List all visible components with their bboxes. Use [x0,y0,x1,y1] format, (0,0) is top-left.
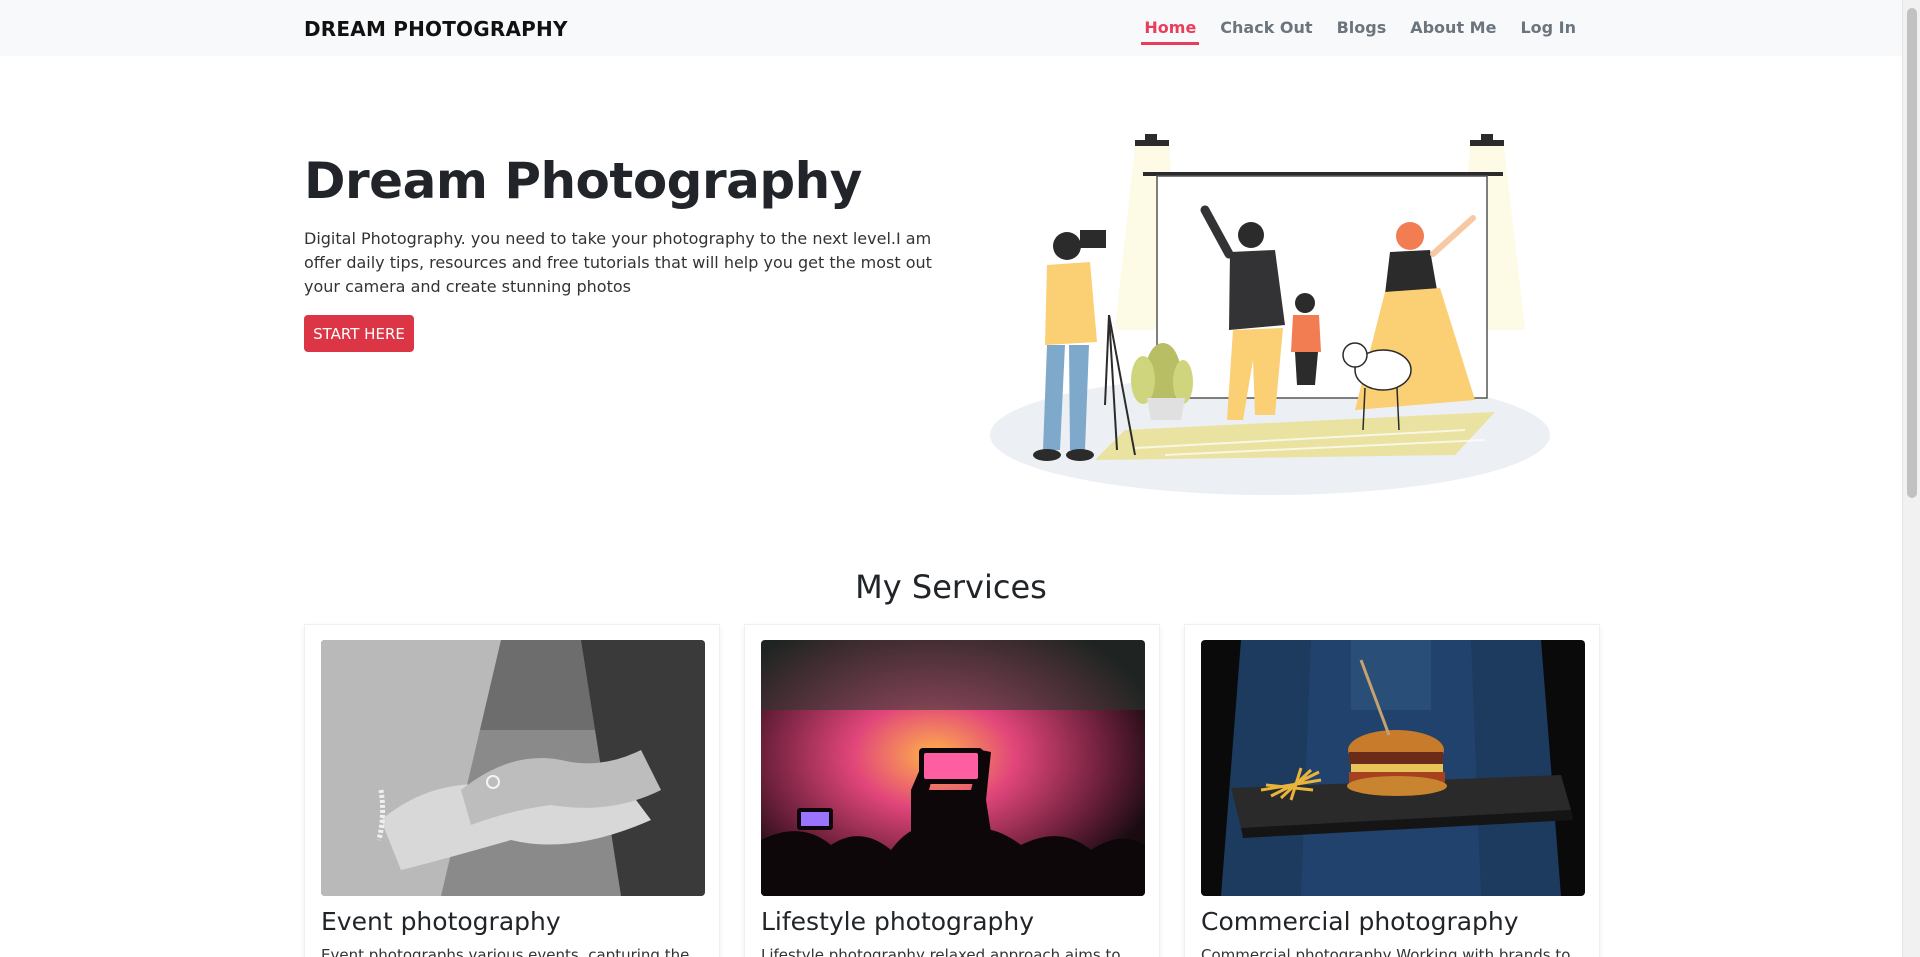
nav-link-checkout[interactable]: Chack Out [1208,17,1324,45]
hero-title: Dream Photography [304,152,862,210]
services-cards: Event photography Event photographs vari… [304,624,1600,957]
nav-link-about-me[interactable]: About Me [1398,17,1508,45]
brand-logo[interactable]: DREAM PHOTOGRAPHY [304,17,568,41]
nav-menu: Home Chack Out Blogs About Me Log In [1141,17,1588,45]
card-title: Commercial photography [1201,907,1519,936]
service-card-event[interactable]: Event photography Event photographs vari… [304,624,720,957]
card-text: Lifestyle photography relaxed approach a… [761,946,1121,957]
nav-link-home[interactable]: Home [1141,17,1200,45]
lifestyle-photography-image [761,640,1145,896]
service-card-commercial[interactable]: Commercial photography Commercial photog… [1184,624,1600,957]
nav-link-log-in[interactable]: Log In [1508,17,1588,45]
nav-link-blogs[interactable]: Blogs [1325,17,1399,45]
scrollbar-thumb[interactable] [1907,8,1917,498]
card-title: Event photography [321,907,561,936]
card-text: Commercial photography Working with bran… [1201,946,1571,957]
hero-illustration [985,130,1550,505]
event-photography-image [321,640,705,896]
start-here-button[interactable]: START HERE [304,315,414,352]
card-text: Event photographs various events, captur… [321,946,690,957]
vertical-scrollbar[interactable] [1902,0,1920,957]
service-card-lifestyle[interactable]: Lifestyle photography Lifestyle photogra… [744,624,1160,957]
services-title: My Services [855,568,1047,606]
navbar: DREAM PHOTOGRAPHY Home Chack Out Blogs A… [0,0,1902,56]
commercial-photography-image [1201,640,1585,896]
card-title: Lifestyle photography [761,907,1035,936]
hero-description: Digital Photography. you need to take yo… [304,229,932,296]
